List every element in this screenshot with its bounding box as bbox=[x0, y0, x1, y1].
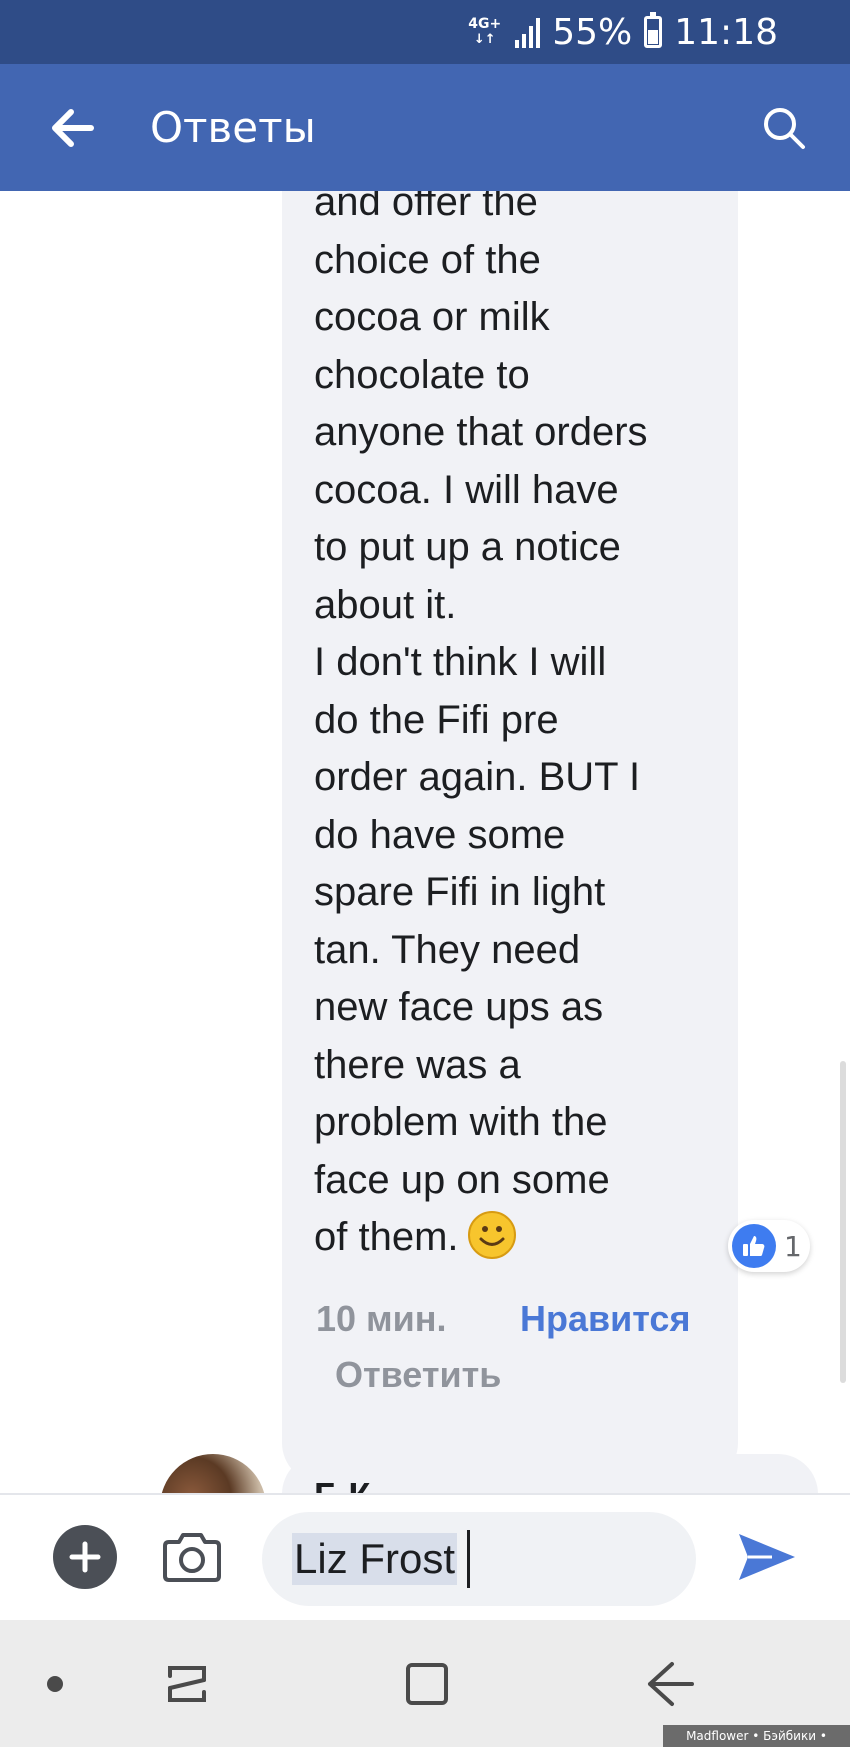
plus-circle-icon bbox=[69, 1541, 101, 1573]
dot-icon[interactable] bbox=[47, 1676, 63, 1692]
watermark: Madflower • Бэйбики • babiki.ru bbox=[663, 1725, 850, 1747]
network-indicator: 4G+ ↓↑ bbox=[468, 16, 502, 48]
page-title: Ответы bbox=[150, 103, 316, 152]
screen: 4G+ ↓↑ 55% 11:18 Ответы and offer the ch… bbox=[0, 0, 850, 1747]
text-caret bbox=[467, 1530, 471, 1588]
arrow-left-icon bbox=[52, 109, 94, 147]
send-icon bbox=[739, 1534, 795, 1580]
thumbs-up-icon bbox=[732, 1224, 776, 1268]
reply-link[interactable]: Ответить bbox=[335, 1354, 501, 1396]
clock: 11:18 bbox=[674, 11, 778, 53]
reaction-count: 1 bbox=[784, 1229, 802, 1263]
add-attachment-button[interactable] bbox=[53, 1525, 117, 1589]
battery-icon bbox=[644, 12, 663, 48]
status-bar: 4G+ ↓↑ 55% 11:18 bbox=[0, 0, 850, 64]
battery-percent: 55% bbox=[552, 11, 633, 53]
comment-composer: Liz Frost bbox=[0, 1493, 850, 1620]
like-link[interactable]: Нравится bbox=[520, 1298, 690, 1340]
app-bar: Ответы bbox=[0, 64, 850, 191]
comment-thread[interactable]: and offer the choice of the cocoa or mil… bbox=[0, 191, 850, 1493]
reaction-badge[interactable]: 1 bbox=[728, 1220, 810, 1272]
signal-bars-icon bbox=[515, 16, 541, 48]
comment-input[interactable]: Liz Frost bbox=[262, 1512, 696, 1606]
search-icon bbox=[764, 108, 805, 149]
search-button[interactable] bbox=[756, 100, 812, 156]
comment-body: and offer the choice of the cocoa or mil… bbox=[314, 191, 648, 1259]
back-icon[interactable] bbox=[642, 1658, 698, 1710]
home-icon[interactable] bbox=[402, 1658, 452, 1710]
send-button[interactable] bbox=[732, 1525, 802, 1589]
network-type: 4G+ bbox=[468, 16, 502, 32]
comment-input-value[interactable]: Liz Frost bbox=[292, 1533, 458, 1585]
camera-icon bbox=[163, 1533, 221, 1582]
camera-button[interactable] bbox=[160, 1525, 224, 1589]
comment-timestamp: 10 мин. bbox=[316, 1298, 447, 1339]
recent-apps-icon[interactable] bbox=[164, 1658, 212, 1710]
next-comment-author[interactable]: Г К bbox=[314, 1475, 372, 1493]
avatar[interactable] bbox=[160, 1454, 266, 1493]
back-button[interactable] bbox=[40, 100, 104, 156]
network-arrows: ↓↑ bbox=[473, 32, 496, 47]
scrollbar[interactable] bbox=[840, 1061, 846, 1383]
comment-text: and offer the choice of the cocoa or mil… bbox=[314, 191, 734, 1267]
smiling-face-icon bbox=[467, 1211, 516, 1259]
